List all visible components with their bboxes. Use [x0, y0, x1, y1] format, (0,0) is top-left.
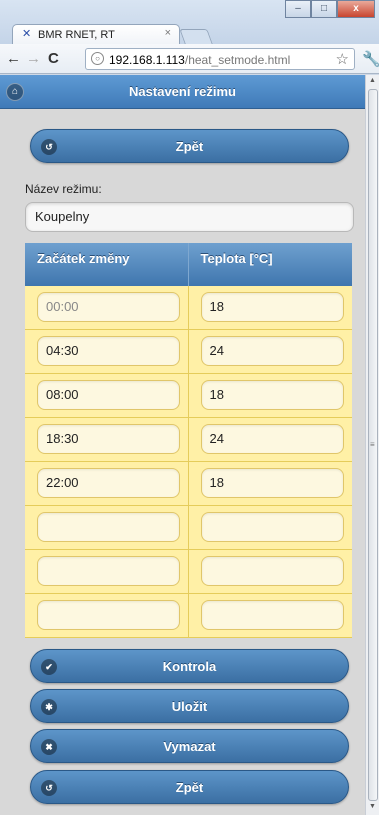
- start-time-input[interactable]: [37, 512, 180, 542]
- temperature-input[interactable]: [200, 600, 344, 630]
- star-icon[interactable]: ☆: [336, 50, 349, 68]
- table-row: 04:30 24: [25, 330, 352, 374]
- browser-titlebar: ✕ BMR RNET, RT × – □ x: [0, 0, 379, 44]
- temperature-input[interactable]: 24: [200, 336, 344, 366]
- url-host: 192.168.1.113: [109, 53, 185, 67]
- table-row: 18:30 24: [25, 418, 352, 462]
- close-icon[interactable]: x: [337, 0, 375, 18]
- forward-icon[interactable]: →: [26, 50, 41, 67]
- table-row: [25, 550, 352, 594]
- check-button-label: Kontrola: [162, 659, 217, 674]
- start-time-input[interactable]: 22:00: [37, 468, 180, 498]
- back-icon[interactable]: ←: [6, 50, 21, 67]
- new-tab-button[interactable]: [179, 29, 213, 44]
- browser-toolbar: ← → C ○ 192.168.1.113/heat_setmode.html …: [0, 44, 379, 74]
- temperature-input[interactable]: [200, 512, 344, 542]
- delete-button[interactable]: ✖ Vymazat: [30, 729, 349, 763]
- start-time-input[interactable]: 08:00: [37, 380, 180, 410]
- column-header-temp: Teplota [°C]: [200, 251, 273, 266]
- wrench-icon[interactable]: 🔧: [362, 50, 379, 68]
- start-time-input[interactable]: 18:30: [37, 424, 180, 454]
- table-row: [25, 594, 352, 638]
- temperature-input[interactable]: 24: [200, 424, 344, 454]
- start-time-input[interactable]: [37, 600, 180, 630]
- page-content: ⌂ Nastavení režimu ↺ Zpět Název režimu: …: [0, 75, 365, 815]
- browser-tab[interactable]: ✕ BMR RNET, RT ×: [12, 24, 180, 44]
- table-row: [25, 506, 352, 550]
- back-button-bottom[interactable]: ↺ Zpět: [30, 770, 349, 804]
- start-time-input[interactable]: 04:30: [37, 336, 180, 366]
- url-path: /heat_setmode.html: [184, 53, 291, 67]
- maximize-icon[interactable]: □: [311, 0, 337, 18]
- scroll-grip-icon: ≡: [370, 440, 375, 449]
- back-button-label: Zpět: [175, 780, 204, 795]
- mode-name-label: Název režimu:: [25, 182, 102, 196]
- page-title: Nastavení režimu: [129, 84, 236, 99]
- table-row: 22:00 18: [25, 462, 352, 506]
- temperature-input[interactable]: [200, 556, 344, 586]
- tab-close-icon[interactable]: ×: [165, 27, 171, 39]
- check-button[interactable]: ✔ Kontrola: [30, 649, 349, 683]
- temperature-input[interactable]: 18: [200, 380, 344, 410]
- start-time-input[interactable]: 00:00: [37, 292, 180, 322]
- delete-button-label: Vymazat: [163, 739, 216, 754]
- save-button[interactable]: ✱ Uložit: [30, 689, 349, 723]
- save-button-label: Uložit: [171, 699, 208, 714]
- tab-title: BMR RNET, RT: [38, 29, 115, 41]
- column-header-start: Začátek změny: [25, 243, 189, 286]
- table-header: Začátek změny Teplota [°C]: [25, 243, 352, 286]
- page-header: ⌂ Nastavení režimu: [0, 75, 365, 109]
- page-icon: ○: [91, 52, 104, 65]
- start-time-input[interactable]: [37, 556, 180, 586]
- scroll-down-icon[interactable]: ▼: [369, 803, 376, 810]
- url-text: 192.168.1.113/heat_setmode.html: [109, 53, 290, 67]
- table-row: 08:00 18: [25, 374, 352, 418]
- scrollbar-thumb[interactable]: ≡: [368, 89, 378, 801]
- temperature-input[interactable]: 18: [200, 468, 344, 498]
- minimize-icon[interactable]: –: [285, 0, 311, 18]
- table-row: 00:00 18: [25, 286, 352, 330]
- scroll-up-icon[interactable]: ▲: [369, 77, 376, 84]
- temperature-input[interactable]: 18: [200, 292, 344, 322]
- schedule-table: Začátek změny Teplota [°C] 00:00 18 04:3…: [25, 243, 352, 638]
- back-button-label: Zpět: [175, 139, 204, 154]
- window-controls: – □ x: [285, 0, 375, 18]
- back-button-top[interactable]: ↺ Zpět: [30, 129, 349, 163]
- reload-icon[interactable]: C: [48, 50, 59, 67]
- vertical-scrollbar[interactable]: ▲ ≡ ▼: [365, 75, 379, 815]
- favicon-icon: ✕: [22, 28, 32, 40]
- mode-name-input[interactable]: Koupelny: [25, 202, 354, 232]
- address-bar[interactable]: ○ 192.168.1.113/heat_setmode.html ☆: [85, 48, 355, 70]
